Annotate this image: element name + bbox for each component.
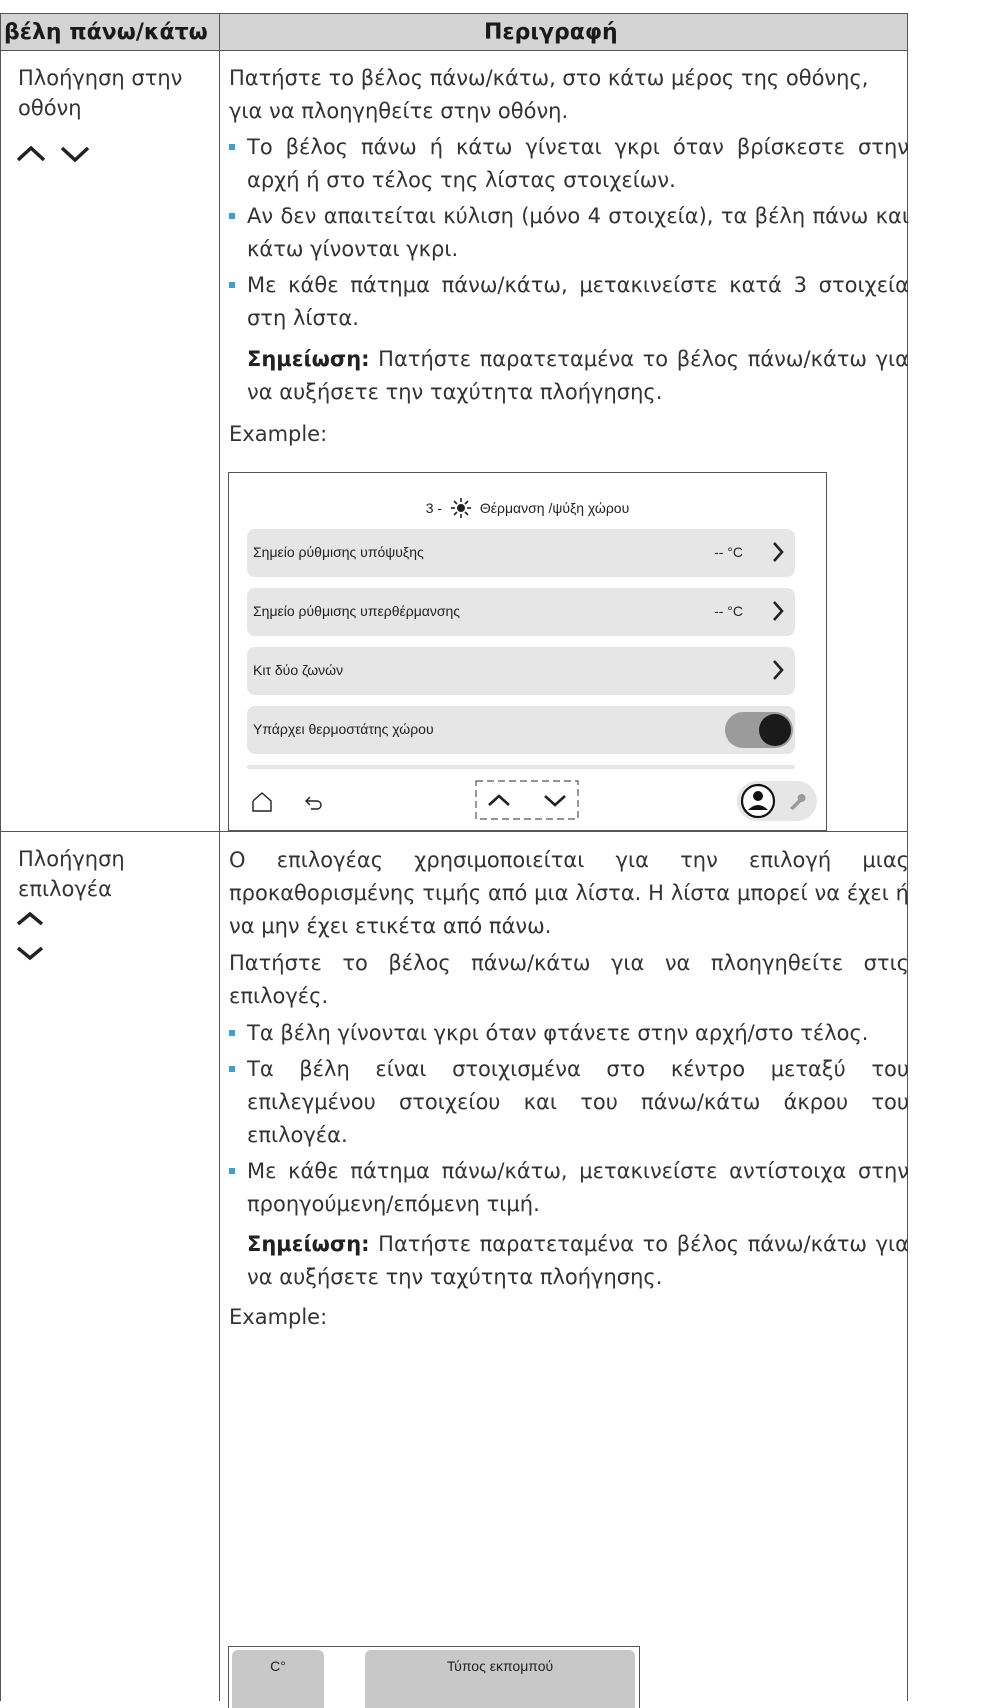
table-border-left (0, 13, 1, 1701)
emitter-type-selector: Τύπος εκπομπού (365, 1650, 635, 1708)
row2-intro2: Πατήστε το βέλος πάνω/κάτω για να πλοηγη… (229, 951, 909, 1008)
table-header-divider (0, 50, 908, 51)
home-icon[interactable] (251, 791, 273, 813)
user-icon[interactable] (740, 783, 776, 819)
list-next-row-peek (247, 765, 795, 769)
table-column-divider (219, 13, 220, 1701)
row1-label-line1: Πλοήγηση στην (18, 66, 183, 90)
bullet-marker (229, 1030, 235, 1036)
bullet-marker (229, 1168, 235, 1174)
scroll-up-icon[interactable] (487, 793, 511, 807)
description-table: βέλη πάνω/κάτω Περιγραφή Πλοήγηση στην ο… (0, 13, 909, 1701)
header-col1: βέλη πάνω/κάτω (4, 20, 208, 45)
note-label: Σημείωση: (247, 347, 370, 371)
arrow-up-icon (16, 911, 44, 926)
row2-example-label: Example: (229, 1305, 328, 1329)
row2-bullet-3: Με κάθε πάτημα πάνω/κάτω, μετακινείστε α… (229, 1155, 909, 1221)
row1-label-line2: οθόνη (18, 96, 82, 120)
bullet-marker (229, 213, 235, 219)
chevron-right-icon (773, 542, 784, 562)
row1-bullet-3: Με κάθε πάτημα πάνω/κάτω, μετακινείστε κ… (229, 269, 909, 335)
up-down-arrows-icon (16, 145, 90, 163)
arrow-down-icon (16, 946, 44, 961)
row1-intro-line2: για να πλοηγηθείτε στην οθόνη. (229, 99, 569, 123)
example-screen-2: C° Τύπος εκπομπού (228, 1646, 640, 1708)
heat-cool-icon (450, 498, 471, 518)
unit-selector: C° (232, 1650, 324, 1708)
row2-bullet-2: Τα βέλη είναι στοιχισμένα στο κέντρο μετ… (229, 1053, 909, 1152)
row1-bullet-1: Το βέλος πάνω ή κάτω γίνεται γκρι όταν β… (229, 131, 909, 197)
row2-label-line2: επιλογέα (18, 877, 112, 901)
row2-label-line1: Πλοήγηση (18, 847, 125, 871)
bullet-marker (229, 144, 235, 150)
chevron-right-icon (773, 660, 784, 680)
setting-row-subcooling[interactable]: Σημείο ρύθμισης υπόψυξης -- °C (247, 529, 795, 577)
screen-title: 3 - Θέρμανση /ψύξη χώρου (229, 497, 826, 519)
row2-note: Σημείωση: Πατήστε παρατεταμένα το βέλος … (247, 1228, 909, 1294)
table-row-divider (0, 831, 908, 832)
emitter-type-header: Τύπος εκπομπού (446, 1658, 554, 1674)
header-col2: Περιγραφή (484, 20, 618, 45)
bullet-marker (229, 282, 235, 288)
user-toolbar (737, 781, 817, 821)
table-border-top (0, 13, 908, 14)
unit-selector-header: C° (270, 1658, 286, 1674)
toggle-knob (759, 714, 791, 746)
row1-intro-line1: Πατήστε το βέλος πάνω/κάτω, στο κάτω μέρ… (229, 66, 869, 90)
bullet-marker (229, 1066, 235, 1072)
note-label: Σημείωση: (247, 1232, 370, 1256)
example-screen-1: 3 - Θέρμανση /ψύξη χώρου Σημείο ρύθμισης… (228, 472, 827, 831)
setting-row-superheat[interactable]: Σημείο ρύθμισης υπερθέρμανσης -- °C (247, 588, 795, 636)
chevron-right-icon (773, 601, 784, 621)
row2-intro: Ο επιλογέας χρησιμοποιείται για την επιλ… (229, 848, 909, 938)
scroll-down-icon[interactable] (543, 793, 567, 807)
row2-bullet-1: Τα βέλη γίνονται γκρι όταν φτάνετε στην … (229, 1017, 909, 1050)
room-thermostat-toggle[interactable] (725, 712, 793, 748)
setting-row-room-thermostat: Υπάρχει θερμοστάτης χώρου (247, 706, 795, 754)
row1-example-label: Example: (229, 422, 328, 446)
back-icon[interactable] (305, 795, 323, 811)
row1-note: Σημείωση: Πατήστε παρατεταμένα το βέλος … (247, 343, 909, 409)
wrench-icon[interactable] (787, 791, 807, 811)
row1-bullet-2: Αν δεν απαιτείται κύλιση (μόνο 4 στοιχεί… (229, 200, 909, 266)
setting-row-two-zone-kit[interactable]: Κιτ δύο ζωνών (247, 647, 795, 695)
